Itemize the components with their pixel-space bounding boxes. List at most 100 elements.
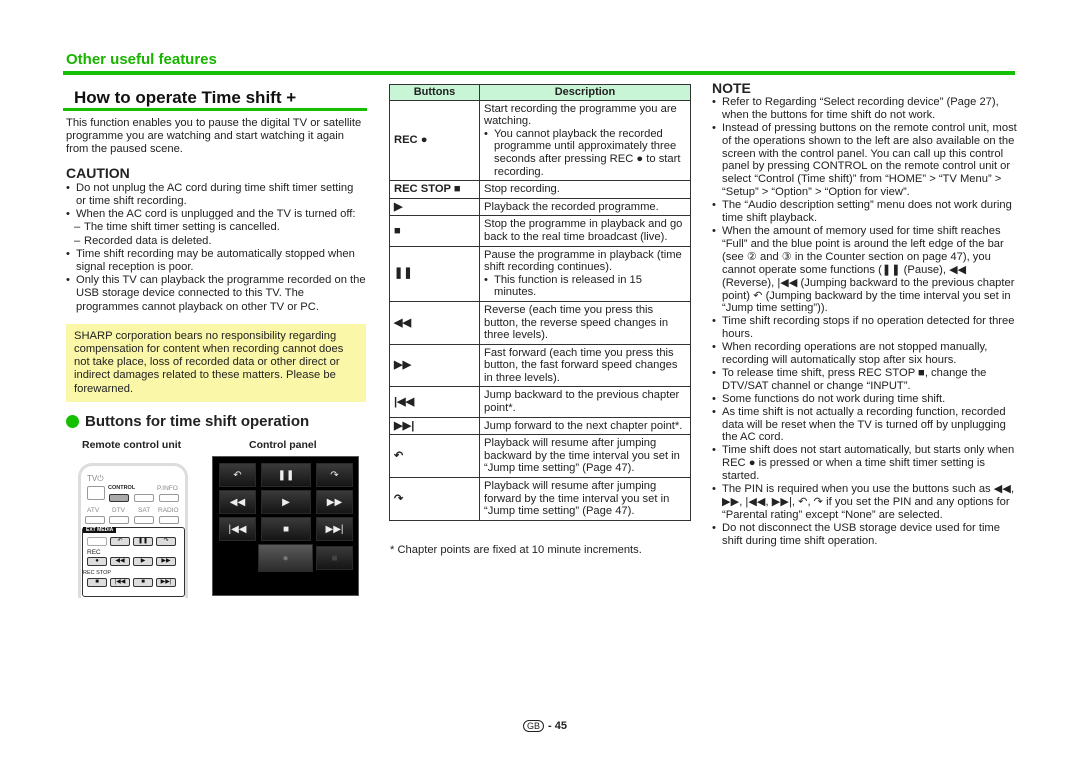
bullet-dot-icon: [66, 415, 79, 428]
remote-button-prev-chapter: |◀◀: [110, 578, 130, 587]
row-description: Playback will resume after jumping backw…: [479, 434, 691, 479]
remote-button-radio: [159, 516, 179, 524]
table-row: ↶ Playback will resume after jumping bac…: [389, 434, 691, 479]
row-description: Playback will resume after jumping forwa…: [479, 477, 691, 521]
section-title: Other useful features: [66, 51, 217, 68]
control-panel-illustration: ↶ ❚❚ ↷ ◀◀ ▶ ▶▶ |◀◀ ■ ▶▶| ● ■: [212, 456, 359, 596]
caution-item: When the AC cord is unplugged and the TV…: [66, 208, 366, 248]
note-item: The PIN is required when you use the but…: [712, 483, 1017, 522]
remote-button-next-chapter: ▶▶|: [156, 578, 176, 587]
remote-button-fast-forward: ▶▶: [156, 557, 176, 566]
note-item: As time shift is not actually a recordin…: [712, 406, 1017, 445]
panel-jump-forward-button: ↷: [316, 463, 353, 487]
table-header-row: Buttons Description: [389, 84, 691, 101]
pinfo-label: P.INFO: [157, 485, 178, 492]
disclaimer-notice: SHARP corporation bears no responsibilit…: [66, 323, 366, 402]
caution-item-text: When the AC cord is unplugged and the TV…: [76, 208, 356, 221]
remote-button-sat: [134, 516, 154, 524]
caution-item: Only this TV can playback the programme …: [66, 274, 366, 314]
remote-button-rewind: ◀◀: [110, 557, 130, 566]
caution-sublist: The time shift timer setting is cancelle…: [74, 221, 366, 248]
note-item: When recording operations are not stoppe…: [712, 341, 1017, 367]
header-buttons: Buttons: [389, 84, 480, 101]
row-button: ↶: [389, 434, 480, 479]
note-item: To release time shift, press REC STOP ■,…: [712, 367, 1017, 393]
row-desc-text: Start recording the programme you are wa…: [484, 102, 677, 128]
remote-button-pause: ❚❚: [133, 537, 153, 546]
region-badge: GB: [523, 720, 545, 732]
table-row: ❚❚ Pause the programme in playback (time…: [389, 245, 691, 302]
table-row: ▶ Playback the recorded programme.: [389, 197, 691, 217]
note-list: Refer to Regarding “Select recording dev…: [712, 96, 1017, 548]
remote-button-jump-forward: ↷: [156, 537, 176, 546]
remote-button-stop: ■: [133, 578, 153, 587]
header-description: Description: [479, 84, 691, 101]
panel-pause-button: ❚❚: [261, 463, 311, 487]
row-button: ▶▶|: [389, 416, 480, 436]
table-row: ▶▶| Jump forward to the next chapter poi…: [389, 416, 691, 436]
remote-button-jump-back: ↶: [110, 537, 130, 546]
row-description: Pause the programme in playback (time sh…: [479, 245, 691, 302]
panel-rec-button: ●: [258, 544, 313, 572]
remote-button-input: [87, 486, 105, 500]
note-column: NOTE Refer to Regarding “Select recordin…: [712, 80, 1017, 548]
left-column: This function enables you to pause the d…: [66, 117, 366, 402]
row-description: Playback the recorded programme.: [479, 197, 691, 217]
remote-button-text: [134, 494, 154, 502]
remote-button-dtv: [109, 516, 129, 524]
note-item: Refer to Regarding “Select recording dev…: [712, 96, 1017, 122]
panel-jump-back-button: ↶: [219, 463, 256, 487]
row-button: |◀◀: [389, 386, 480, 418]
note-item: Time shift recording stops if no operati…: [712, 315, 1017, 341]
row-button: ❚❚: [389, 245, 480, 302]
table-row: ▶▶ Fast forward (each time you press thi…: [389, 343, 691, 388]
caution-item: Do not unplug the AC cord during time sh…: [66, 182, 366, 208]
row-button: REC ●: [389, 99, 480, 182]
note-heading: NOTE: [712, 80, 751, 96]
remote-button-rec: ●: [87, 557, 107, 566]
panel-next-chapter-button: ▶▶|: [316, 517, 353, 541]
section-divider: [63, 71, 1015, 75]
sat-label: SAT: [138, 507, 151, 514]
panel-play-button: ▶: [261, 490, 311, 514]
ext-media-label: EXT MEDIA: [83, 527, 117, 533]
row-description: Fast forward (each time you press this b…: [479, 343, 691, 388]
row-description: Start recording the programme you are wa…: [479, 99, 691, 182]
rec-label: REC: [87, 549, 101, 556]
row-button: REC STOP ■: [389, 180, 480, 199]
remote-button-play: ▶: [133, 557, 153, 566]
row-button: ▶: [389, 197, 480, 217]
atv-label: ATV: [87, 507, 100, 514]
panel-stop-button: ■: [261, 517, 311, 541]
note-item: Instead of pressing buttons on the remot…: [712, 122, 1017, 199]
row-button: ◀◀: [389, 300, 480, 345]
caution-list: Do not unplug the AC cord during time sh…: [66, 182, 366, 314]
row-desc-text: Pause the programme in playback (time sh…: [484, 248, 682, 274]
caution-heading: CAUTION: [66, 164, 130, 181]
remote-control-illustration: TV⏻ CONTROL P.INFO ATV DTV SAT RADIO EXT…: [78, 463, 188, 598]
row-button: ▶▶: [389, 343, 480, 388]
buttons-heading-text: Buttons for time shift operation: [85, 413, 310, 430]
page-number: GB - 45: [523, 720, 567, 732]
row-desc-sub: You cannot playback the recorded program…: [484, 128, 686, 178]
row-description: Jump forward to the next chapter point*.: [479, 416, 691, 436]
panel-label: Control panel: [249, 439, 317, 451]
row-description: Stop the programme in playback and go ba…: [479, 215, 691, 247]
tv-power-label: TV⏻: [87, 474, 104, 483]
remote-label: Remote control unit: [82, 439, 182, 451]
note-item: When the amount of memory used for time …: [712, 225, 1017, 315]
remote-button-power-ext: [87, 537, 107, 546]
dtv-label: DTV: [112, 507, 125, 514]
remote-button-pinfo: [159, 494, 179, 502]
table-row: REC ● Start recording the programme you …: [389, 99, 691, 182]
rec-stop-label: REC STOP: [83, 570, 112, 576]
title-divider: [63, 108, 367, 111]
row-desc-sub: This function is released in 15 minutes.: [484, 274, 686, 299]
note-item: Some functions do not work during time s…: [712, 393, 1017, 406]
table-footnote: * Chapter points are fixed at 10 minute …: [390, 544, 642, 556]
radio-label: RADIO: [158, 507, 179, 514]
note-item: Do not disconnect the USB storage device…: [712, 522, 1017, 548]
remote-button-rec-stop: ■: [87, 578, 107, 587]
note-item: The “Audio description setting” menu doe…: [712, 199, 1017, 225]
note-item: Time shift does not start automatically,…: [712, 444, 1017, 483]
